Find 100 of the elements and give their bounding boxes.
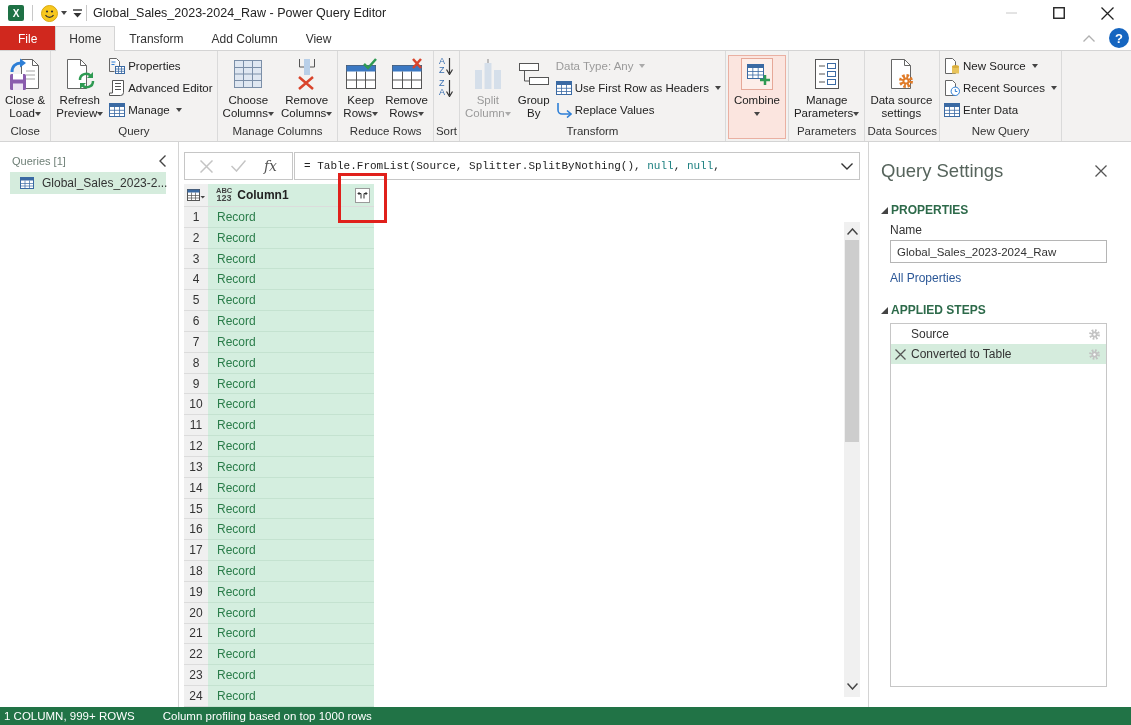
table-cell[interactable]: Record	[208, 456, 374, 478]
ribbon-button[interactable]: Remove Columns	[277, 55, 336, 123]
ribbon-button[interactable]: Manage	[107, 99, 215, 121]
sort-button[interactable]: A Z	[435, 55, 456, 77]
table-cell[interactable]: Record	[208, 207, 374, 228]
ribbon-button[interactable]: Enter Data	[942, 99, 1059, 121]
ribbon-button[interactable]: Replace Values	[553, 99, 723, 121]
expand-arrows-icon	[357, 191, 368, 199]
expand-triangle-icon[interactable]	[881, 306, 888, 314]
panel-title: Query Settings	[881, 160, 1004, 182]
ribbon-button[interactable]: Advanced Editor	[107, 77, 215, 99]
table-cell[interactable]: Record	[208, 644, 374, 666]
group-label: Data Sources	[867, 124, 938, 139]
row-number: 14	[184, 477, 208, 499]
ribbon-button[interactable]: Close & Load	[2, 55, 49, 123]
table-cell[interactable]: Record	[208, 290, 374, 312]
table-cell[interactable]: Record	[208, 269, 374, 291]
down-arrow-icon	[445, 79, 453, 97]
row-number: 12	[184, 436, 208, 457]
table-cell[interactable]: Record	[208, 248, 374, 270]
table-cell[interactable]: Record	[208, 373, 374, 395]
table-cell[interactable]: Record	[208, 331, 374, 353]
row-number: 17	[184, 540, 208, 562]
row-number: 24	[184, 686, 208, 707]
chevron-down-icon[interactable]	[841, 162, 853, 170]
table-menu-icon[interactable]	[187, 189, 205, 201]
table-cell[interactable]: Record	[208, 665, 374, 687]
table-icon	[555, 80, 572, 96]
ribbon-button[interactable]: Combine	[727, 55, 786, 139]
sort-button[interactable]: Z A	[435, 77, 456, 99]
ribbon-button[interactable]: Remove Rows	[382, 55, 431, 123]
group-label: Close	[9, 124, 41, 139]
ribbon-tab[interactable]: Add Column	[197, 26, 292, 50]
chevron-up-icon[interactable]	[846, 228, 858, 235]
smiley-icon[interactable]	[41, 4, 58, 22]
row-number: 8	[184, 352, 208, 374]
row-number: 13	[184, 456, 208, 478]
ribbon-button[interactable]: Group By	[514, 55, 553, 123]
table-cell[interactable]: Record	[208, 519, 374, 541]
formula-field[interactable]: = Table.FromList(Source, Splitter.SplitByNothing(), null, null,	[294, 152, 860, 180]
chevron-left-icon[interactable]	[159, 155, 166, 167]
row-number: 20	[184, 602, 208, 624]
ribbon-tab[interactable]: Transform	[115, 26, 198, 50]
group-label: Sort	[435, 124, 458, 139]
scroll-icon	[109, 80, 126, 96]
ribbon-tab[interactable]: View	[291, 26, 346, 50]
table-cell[interactable]: Record	[208, 561, 374, 582]
table-check-icon	[344, 58, 377, 90]
ribbon-button[interactable]: Use First Row as Headers	[553, 77, 723, 99]
scrollbar-thumb[interactable]	[845, 240, 859, 442]
ribbon-button[interactable]: Keep Rows	[340, 55, 382, 123]
query-item[interactable]: Global_Sales_2023-2...	[10, 172, 166, 194]
name-field[interactable]: Global_Sales_2023-2024_Raw	[890, 240, 1107, 263]
ribbon-button[interactable]: Data source settings	[867, 55, 936, 123]
table-cell[interactable]: Record	[208, 602, 374, 624]
ribbon-button[interactable]: Refresh Preview	[53, 55, 107, 123]
chevron-down-icon[interactable]	[846, 683, 858, 690]
help-button[interactable]: ?	[1109, 28, 1129, 48]
caret-icon[interactable]	[61, 11, 67, 15]
table-cell[interactable]: Record	[208, 498, 374, 520]
applied-step[interactable]: Converted to Table	[891, 344, 1106, 364]
group-label: Parameters	[795, 124, 858, 139]
applied-step[interactable]: Source	[891, 324, 1106, 344]
document-list-icon	[109, 58, 126, 74]
table-cell[interactable]: Record	[208, 227, 374, 249]
table-cell[interactable]: Record	[208, 311, 374, 332]
quick-access-menu-icon[interactable]	[73, 8, 82, 18]
section-heading: APPLIED STEPS	[891, 303, 986, 317]
ribbon-button[interactable]: Recent Sources	[942, 77, 1059, 99]
status-text: Column profiling based on top 1000 rows	[162, 710, 372, 722]
table-cell[interactable]: Record	[208, 581, 374, 603]
x-icon[interactable]	[895, 348, 906, 360]
ribbon-button[interactable]: Properties	[107, 55, 215, 77]
table-cell[interactable]: Record	[208, 540, 374, 562]
row-number: 23	[184, 665, 208, 687]
pane-heading: Queries [1]	[12, 155, 66, 167]
table-cell[interactable]: Record	[208, 436, 374, 457]
expand-triangle-icon[interactable]	[881, 206, 888, 214]
all-properties-link[interactable]: All Properties	[890, 271, 962, 285]
table-cell[interactable]: Record	[208, 394, 374, 416]
table-cell[interactable]: Record	[208, 415, 374, 437]
ribbon-button[interactable]: Manage Parameters	[790, 55, 863, 123]
ribbon-button[interactable]: New Source	[942, 55, 1059, 77]
table-cell[interactable]: Record	[208, 352, 374, 374]
table-cell[interactable]: Record	[208, 623, 374, 645]
table-cell[interactable]: Record	[208, 477, 374, 499]
table-icon	[944, 102, 961, 118]
vertical-scrollbar[interactable]	[844, 222, 860, 697]
row-number: 9	[184, 373, 208, 395]
row-number: 4	[184, 269, 208, 291]
row-number: 19	[184, 581, 208, 603]
table-cell[interactable]: Record	[208, 686, 374, 707]
insert-function-button[interactable]: fx	[263, 158, 277, 174]
window-title: Global_Sales_2023-2024_Raw - Power Query Editor	[93, 6, 387, 20]
ribbon-button[interactable]: Choose Columns	[219, 55, 277, 123]
row-number: 15	[184, 498, 208, 520]
file-tab[interactable]: File	[0, 26, 56, 50]
row-number: 7	[184, 331, 208, 353]
ribbon-tab[interactable]: Home	[55, 26, 116, 51]
close-icon[interactable]	[1095, 165, 1107, 177]
